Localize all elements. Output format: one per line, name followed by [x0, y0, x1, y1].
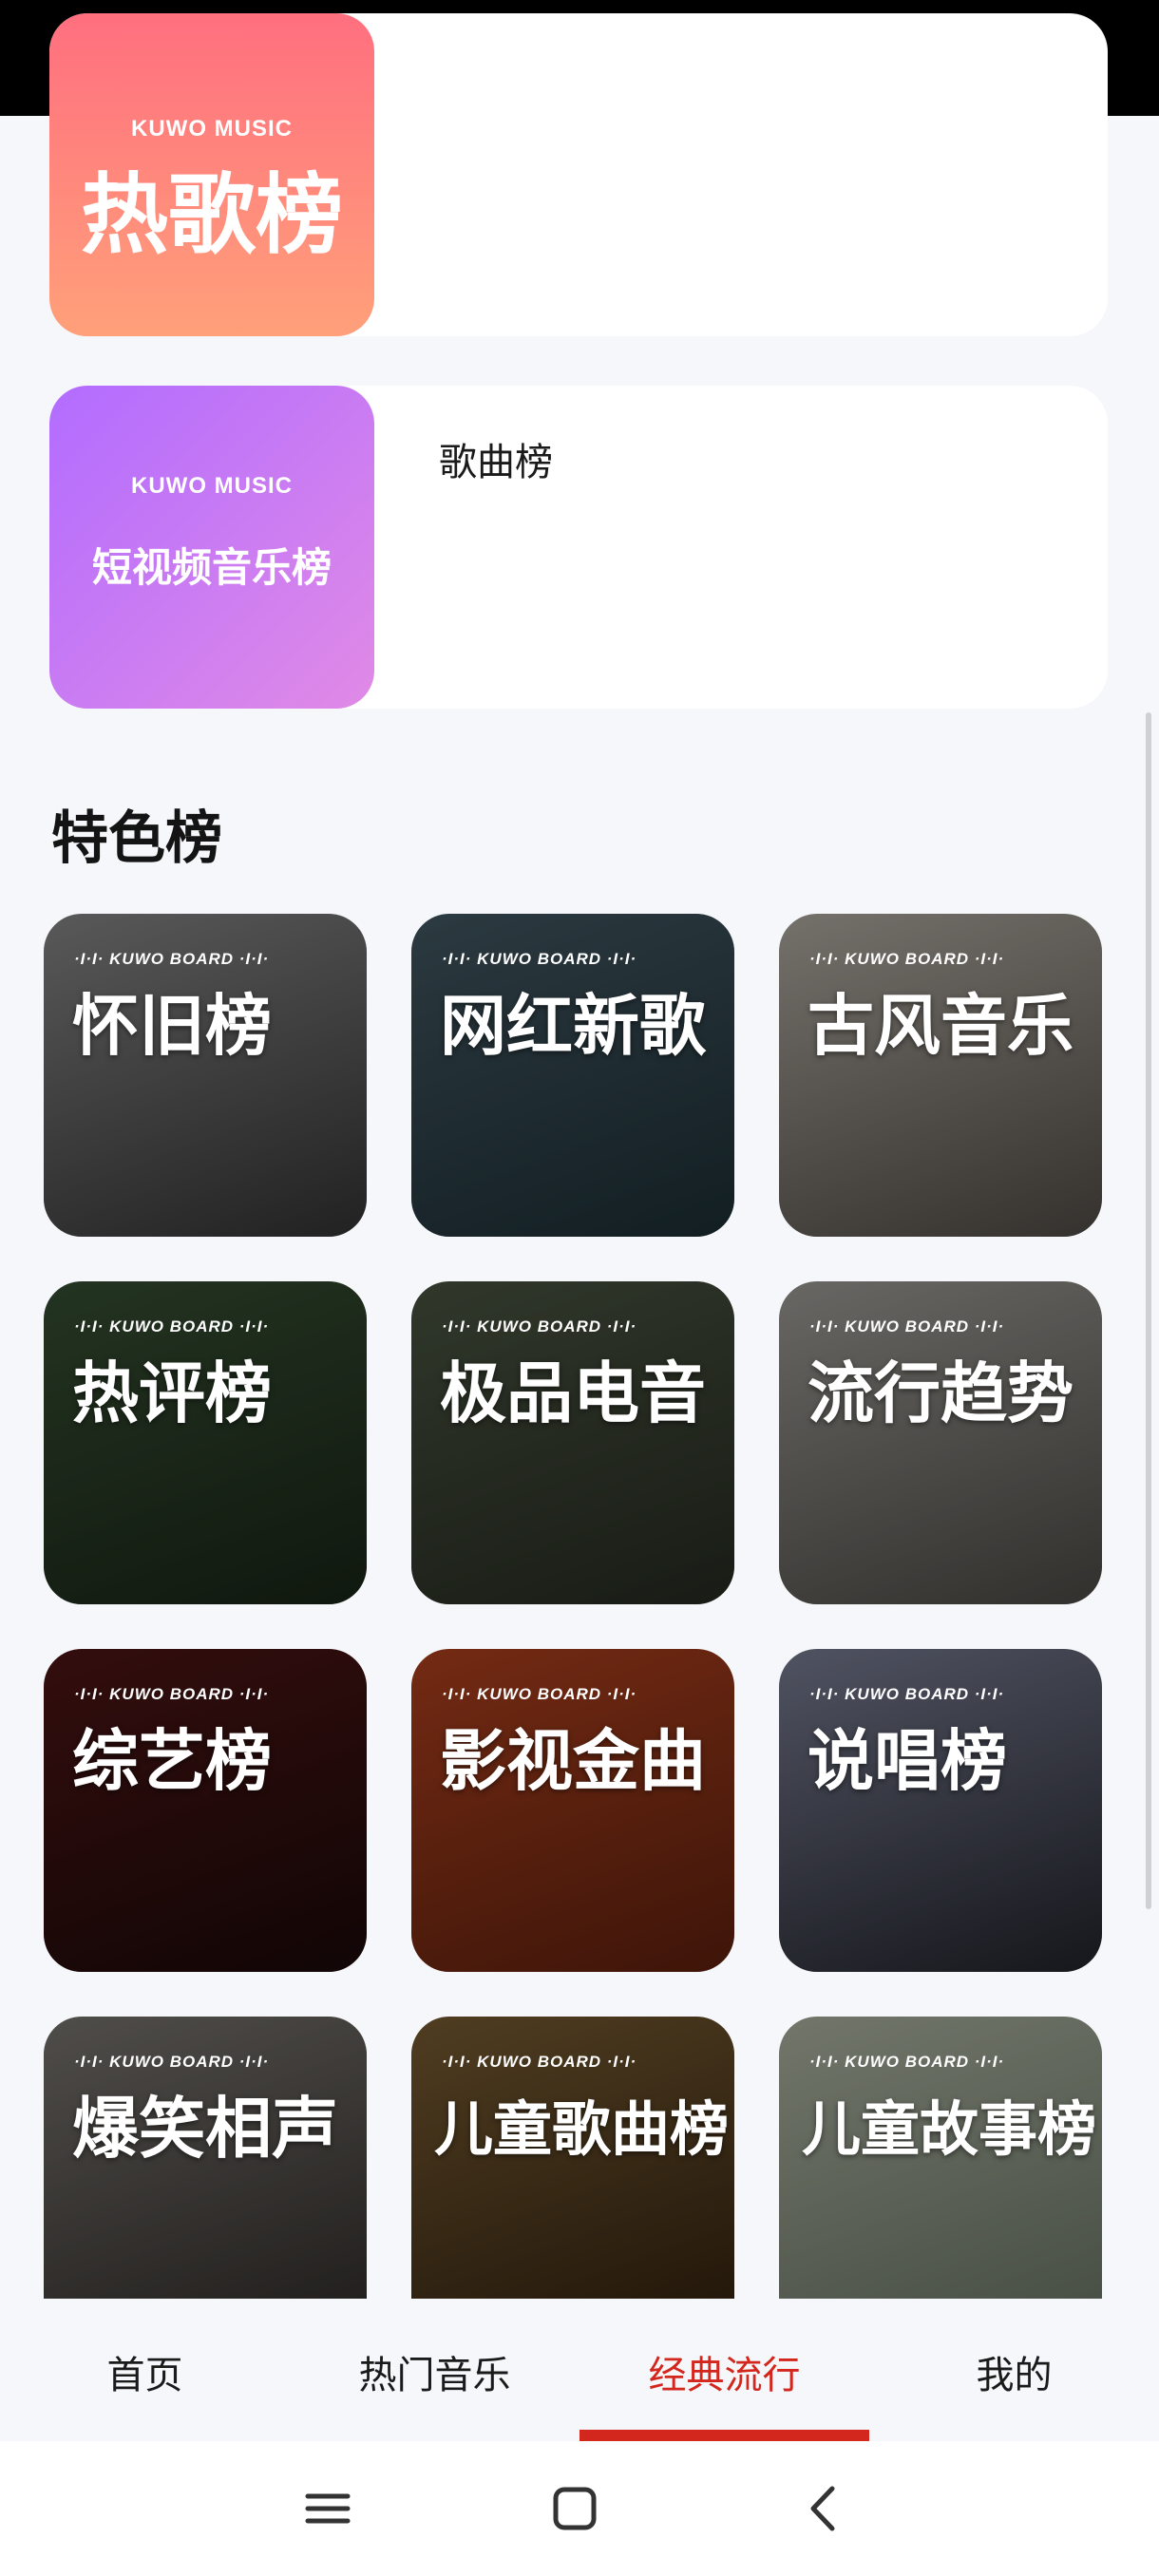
tile-edm[interactable]: ·I·I· KUWO BOARD ·I·I· 极品电音 [411, 1281, 734, 1604]
kuwo-board-label: ·I·I· KUWO BOARD ·I·I· [442, 950, 637, 968]
section-title-featured: 特色榜 [51, 805, 222, 872]
chart-cover-short-video[interactable]: KUWO MUSIC 短视频音乐榜 [49, 386, 374, 709]
tile-title: 儿童歌曲榜 [434, 2094, 730, 2164]
tile-nostalgia[interactable]: ·I·I· KUWO BOARD ·I·I· 怀旧榜 [44, 914, 367, 1237]
tile-crosstalk[interactable]: ·I·I· KUWO BOARD ·I·I· 爆笑相声 [44, 2017, 367, 2299]
tab-home[interactable]: 首页 [0, 2344, 290, 2399]
home-icon[interactable] [542, 2475, 608, 2542]
menu-icon[interactable] [294, 2475, 361, 2542]
bottom-tab-bar: 首页 热门音乐 经典流行 我的 [0, 2299, 1159, 2441]
kuwo-board-label: ·I·I· KUWO BOARD ·I·I· [74, 950, 270, 968]
chart-row-hot[interactable]: KUWO MUSIC 热歌榜 [49, 13, 1108, 336]
tile-title: 综艺榜 [72, 1722, 272, 1800]
kuwo-board-label: ·I·I· KUWO BOARD ·I·I· [809, 950, 1005, 968]
tile-title: 极品电音 [440, 1354, 706, 1432]
tile-kids-songs[interactable]: ·I·I· KUWO BOARD ·I·I· 儿童歌曲榜 [411, 2017, 734, 2299]
chart-row-subtitle: 歌曲榜 [439, 441, 553, 484]
tile-title: 影视金曲 [440, 1722, 706, 1800]
tile-film-tv[interactable]: ·I·I· KUWO BOARD ·I·I· 影视金曲 [411, 1649, 734, 1972]
back-icon[interactable] [790, 2475, 857, 2542]
tile-variety[interactable]: ·I·I· KUWO BOARD ·I·I· 综艺榜 [44, 1649, 367, 1972]
chart-cover-title: 热歌榜 [80, 164, 343, 266]
scrollbar[interactable] [1146, 712, 1151, 1909]
tile-ancient-style[interactable]: ·I·I· KUWO BOARD ·I·I· 古风音乐 [779, 914, 1102, 1237]
tile-title: 流行趋势 [808, 1354, 1074, 1432]
chart-cover-hot[interactable]: KUWO MUSIC 热歌榜 [49, 13, 374, 336]
tile-title: 爆笑相声 [72, 2090, 338, 2168]
tile-rap[interactable]: ·I·I· KUWO BOARD ·I·I· 说唱榜 [779, 1649, 1102, 1972]
chart-row-short-video[interactable]: KUWO MUSIC 短视频音乐榜 歌曲榜 [49, 386, 1108, 709]
tile-trending[interactable]: ·I·I· KUWO BOARD ·I·I· 流行趋势 [779, 1281, 1102, 1604]
tile-hot-comments[interactable]: ·I·I· KUWO BOARD ·I·I· 热评榜 [44, 1281, 367, 1604]
system-nav-bar [0, 2441, 1159, 2576]
kuwo-board-label: ·I·I· KUWO BOARD ·I·I· [809, 2053, 1005, 2071]
kuwo-board-label: ·I·I· KUWO BOARD ·I·I· [809, 1685, 1005, 1703]
kuwo-board-label: ·I·I· KUWO BOARD ·I·I· [74, 1685, 270, 1703]
tile-title: 古风音乐 [808, 987, 1074, 1065]
kuwo-board-label: ·I·I· KUWO BOARD ·I·I· [442, 1685, 637, 1703]
kuwo-logo: KUWO MUSIC [131, 473, 293, 499]
tab-hot-music[interactable]: 热门音乐 [290, 2344, 580, 2399]
kuwo-logo: KUWO MUSIC [131, 116, 293, 142]
active-tab-indicator [580, 2430, 869, 2441]
tile-title: 热评榜 [72, 1354, 272, 1432]
kuwo-board-label: ·I·I· KUWO BOARD ·I·I· [809, 1317, 1005, 1335]
tab-mine[interactable]: 我的 [869, 2344, 1159, 2399]
tab-classic-pop[interactable]: 经典流行 [580, 2344, 869, 2399]
tile-kids-stories[interactable]: ·I·I· KUWO BOARD ·I·I· 儿童故事榜 [779, 2017, 1102, 2299]
tile-title: 儿童故事榜 [802, 2094, 1097, 2164]
tile-title: 说唱榜 [808, 1722, 1007, 1800]
tile-influencer-new[interactable]: ·I·I· KUWO BOARD ·I·I· 网红新歌 [411, 914, 734, 1237]
kuwo-board-label: ·I·I· KUWO BOARD ·I·I· [74, 1317, 270, 1335]
kuwo-board-label: ·I·I· KUWO BOARD ·I·I· [442, 2053, 637, 2071]
kuwo-board-label: ·I·I· KUWO BOARD ·I·I· [74, 2053, 270, 2071]
tile-title: 怀旧榜 [72, 987, 272, 1065]
tile-title: 网红新歌 [440, 987, 706, 1065]
kuwo-board-label: ·I·I· KUWO BOARD ·I·I· [442, 1317, 637, 1335]
chart-cover-title: 短视频音乐榜 [91, 544, 332, 591]
